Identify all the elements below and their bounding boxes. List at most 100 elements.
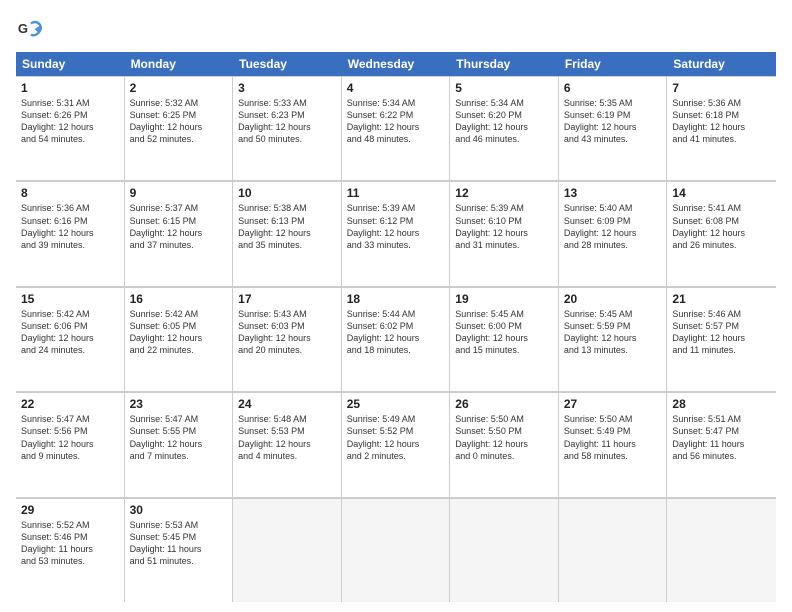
calendar-row: 1 Sunrise: 5:31 AM Sunset: 6:26 PM Daylig…	[16, 76, 776, 181]
calendar-cell: 24 Sunrise: 5:48 AM Sunset: 5:53 PM Dayli…	[233, 392, 342, 496]
calendar-day-header: Thursday	[450, 52, 559, 76]
logo-icon: G	[16, 16, 44, 44]
day-number: 12	[455, 186, 553, 200]
day-info: Sunrise: 5:39 AM Sunset: 6:12 PM Dayligh…	[347, 202, 445, 251]
calendar-cell	[559, 498, 668, 602]
calendar-cell: 21 Sunrise: 5:46 AM Sunset: 5:57 PM Dayli…	[667, 287, 776, 391]
svg-text:G: G	[18, 21, 28, 36]
calendar-cell: 14 Sunrise: 5:41 AM Sunset: 6:08 PM Dayli…	[667, 181, 776, 285]
day-number: 19	[455, 292, 553, 306]
calendar-cell: 26 Sunrise: 5:50 AM Sunset: 5:50 PM Dayli…	[450, 392, 559, 496]
calendar-cell	[450, 498, 559, 602]
calendar-cell: 23 Sunrise: 5:47 AM Sunset: 5:55 PM Dayli…	[125, 392, 234, 496]
calendar-cell: 5 Sunrise: 5:34 AM Sunset: 6:20 PM Daylig…	[450, 76, 559, 180]
day-number: 26	[455, 397, 553, 411]
calendar-cell: 3 Sunrise: 5:33 AM Sunset: 6:23 PM Daylig…	[233, 76, 342, 180]
day-info: Sunrise: 5:45 AM Sunset: 6:00 PM Dayligh…	[455, 308, 553, 357]
calendar-row: 22 Sunrise: 5:47 AM Sunset: 5:56 PM Dayli…	[16, 392, 776, 497]
calendar-cell	[233, 498, 342, 602]
calendar-cell: 18Sunrise: 5:44 AM Sunset: 6:02 PM Dayli…	[342, 287, 451, 391]
calendar: SundayMondayTuesdayWednesdayThursdayFrid…	[16, 52, 776, 602]
day-number: 21	[672, 292, 771, 306]
day-number: 28	[672, 397, 771, 411]
day-number: 2	[130, 81, 228, 95]
day-number: 4	[347, 81, 445, 95]
calendar-cell: 27 Sunrise: 5:50 AM Sunset: 5:49 PM Dayli…	[559, 392, 668, 496]
calendar-cell: 16Sunrise: 5:42 AM Sunset: 6:05 PM Dayli…	[125, 287, 234, 391]
day-number: 11	[347, 186, 445, 200]
day-info: Sunrise: 5:45 AM Sunset: 5:59 PM Dayligh…	[564, 308, 662, 357]
day-number: 16	[130, 292, 228, 306]
day-number: 29	[21, 503, 119, 517]
calendar-day-header: Sunday	[16, 52, 125, 76]
calendar-header: SundayMondayTuesdayWednesdayThursdayFrid…	[16, 52, 776, 76]
calendar-cell: 25 Sunrise: 5:49 AM Sunset: 5:52 PM Dayli…	[342, 392, 451, 496]
day-info: Sunrise: 5:32 AM Sunset: 6:25 PM Dayligh…	[130, 97, 228, 146]
calendar-day-header: Friday	[559, 52, 668, 76]
calendar-day-header: Monday	[125, 52, 234, 76]
calendar-cell: 30 Sunrise: 5:53 AM Sunset: 5:45 PM Dayli…	[125, 498, 234, 602]
day-info: Sunrise: 5:51 AM Sunset: 5:47 PM Dayligh…	[672, 413, 771, 462]
calendar-cell: 13 Sunrise: 5:40 AM Sunset: 6:09 PM Dayli…	[559, 181, 668, 285]
day-number: 3	[238, 81, 336, 95]
day-info: Sunrise: 5:36 AM Sunset: 6:16 PM Dayligh…	[21, 202, 119, 251]
day-number: 14	[672, 186, 771, 200]
day-info: Sunrise: 5:52 AM Sunset: 5:46 PM Dayligh…	[21, 519, 119, 568]
day-number: 7	[672, 81, 771, 95]
day-number: 1	[21, 81, 119, 95]
day-info: Sunrise: 5:39 AM Sunset: 6:10 PM Dayligh…	[455, 202, 553, 251]
calendar-day-header: Tuesday	[233, 52, 342, 76]
day-info: Sunrise: 5:47 AM Sunset: 5:55 PM Dayligh…	[130, 413, 228, 462]
day-number: 8	[21, 186, 119, 200]
calendar-cell: 4 Sunrise: 5:34 AM Sunset: 6:22 PM Daylig…	[342, 76, 451, 180]
day-info: Sunrise: 5:35 AM Sunset: 6:19 PM Dayligh…	[564, 97, 662, 146]
day-info: Sunrise: 5:47 AM Sunset: 5:56 PM Dayligh…	[21, 413, 119, 462]
calendar-body: 1 Sunrise: 5:31 AM Sunset: 6:26 PM Daylig…	[16, 76, 776, 602]
day-info: Sunrise: 5:49 AM Sunset: 5:52 PM Dayligh…	[347, 413, 445, 462]
calendar-cell: 9Sunrise: 5:37 AM Sunset: 6:15 PM Daylig…	[125, 181, 234, 285]
day-info: Sunrise: 5:40 AM Sunset: 6:09 PM Dayligh…	[564, 202, 662, 251]
day-number: 10	[238, 186, 336, 200]
calendar-cell: 1 Sunrise: 5:31 AM Sunset: 6:26 PM Daylig…	[16, 76, 125, 180]
day-info: Sunrise: 5:44 AM Sunset: 6:02 PM Dayligh…	[347, 308, 445, 357]
day-info: Sunrise: 5:46 AM Sunset: 5:57 PM Dayligh…	[672, 308, 771, 357]
calendar-cell: 11 Sunrise: 5:39 AM Sunset: 6:12 PM Dayli…	[342, 181, 451, 285]
day-info: Sunrise: 5:48 AM Sunset: 5:53 PM Dayligh…	[238, 413, 336, 462]
day-number: 6	[564, 81, 662, 95]
day-number: 27	[564, 397, 662, 411]
calendar-cell	[667, 498, 776, 602]
day-info: Sunrise: 5:50 AM Sunset: 5:50 PM Dayligh…	[455, 413, 553, 462]
day-info: Sunrise: 5:50 AM Sunset: 5:49 PM Dayligh…	[564, 413, 662, 462]
logo: G	[16, 16, 48, 44]
day-info: Sunrise: 5:42 AM Sunset: 6:06 PM Dayligh…	[21, 308, 119, 357]
calendar-row: 15Sunrise: 5:42 AM Sunset: 6:06 PM Dayli…	[16, 287, 776, 392]
calendar-row: 8 Sunrise: 5:36 AM Sunset: 6:16 PM Daylig…	[16, 181, 776, 286]
calendar-cell: 2 Sunrise: 5:32 AM Sunset: 6:25 PM Daylig…	[125, 76, 234, 180]
calendar-cell: 20 Sunrise: 5:45 AM Sunset: 5:59 PM Dayli…	[559, 287, 668, 391]
day-number: 22	[21, 397, 119, 411]
day-number: 13	[564, 186, 662, 200]
day-info: Sunrise: 5:34 AM Sunset: 6:22 PM Dayligh…	[347, 97, 445, 146]
day-info: Sunrise: 5:31 AM Sunset: 6:26 PM Dayligh…	[21, 97, 119, 146]
day-info: Sunrise: 5:53 AM Sunset: 5:45 PM Dayligh…	[130, 519, 228, 568]
day-number: 25	[347, 397, 445, 411]
day-number: 23	[130, 397, 228, 411]
day-info: Sunrise: 5:33 AM Sunset: 6:23 PM Dayligh…	[238, 97, 336, 146]
calendar-cell: 22 Sunrise: 5:47 AM Sunset: 5:56 PM Dayli…	[16, 392, 125, 496]
calendar-day-header: Wednesday	[342, 52, 451, 76]
day-info: Sunrise: 5:34 AM Sunset: 6:20 PM Dayligh…	[455, 97, 553, 146]
day-info: Sunrise: 5:41 AM Sunset: 6:08 PM Dayligh…	[672, 202, 771, 251]
page-header: G	[16, 16, 776, 44]
calendar-cell: 7 Sunrise: 5:36 AM Sunset: 6:18 PM Daylig…	[667, 76, 776, 180]
calendar-cell: 19 Sunrise: 5:45 AM Sunset: 6:00 PM Dayli…	[450, 287, 559, 391]
day-number: 30	[130, 503, 228, 517]
calendar-cell: 10 Sunrise: 5:38 AM Sunset: 6:13 PM Dayli…	[233, 181, 342, 285]
day-info: Sunrise: 5:38 AM Sunset: 6:13 PM Dayligh…	[238, 202, 336, 251]
calendar-cell	[342, 498, 451, 602]
day-number: 20	[564, 292, 662, 306]
day-info: Sunrise: 5:36 AM Sunset: 6:18 PM Dayligh…	[672, 97, 771, 146]
day-number: 24	[238, 397, 336, 411]
day-number: 5	[455, 81, 553, 95]
calendar-cell: 29 Sunrise: 5:52 AM Sunset: 5:46 PM Dayli…	[16, 498, 125, 602]
calendar-cell: 15Sunrise: 5:42 AM Sunset: 6:06 PM Dayli…	[16, 287, 125, 391]
